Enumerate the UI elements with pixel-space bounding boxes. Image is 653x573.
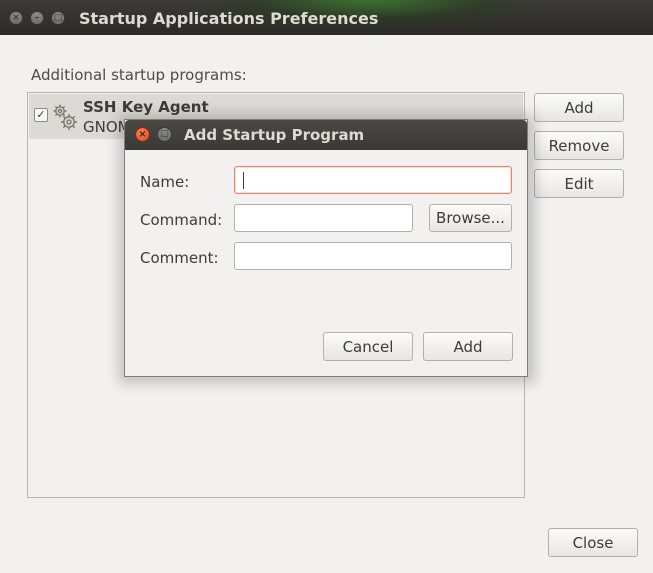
window-maximize-icon[interactable]: □ [51, 11, 65, 25]
window-titlebar[interactable]: × – □ Startup Applications Preferences [0, 0, 653, 35]
dialog-title: Add Startup Program [184, 126, 365, 144]
dialog-titlebar[interactable]: × □ Add Startup Program [125, 120, 527, 150]
dialog-close-icon[interactable]: × [135, 127, 150, 142]
text-caret [243, 172, 244, 189]
cancel-button[interactable]: Cancel [323, 332, 413, 361]
dialog-maximize-icon[interactable]: □ [157, 127, 172, 142]
window-close-icon[interactable]: × [9, 11, 23, 25]
comment-label: Comment: [140, 249, 219, 267]
enable-checkbox[interactable]: ✓ [34, 108, 48, 122]
dialog-add-button[interactable]: Add [423, 332, 513, 361]
close-button[interactable]: Close [548, 528, 638, 557]
command-field[interactable] [234, 204, 413, 232]
window-title: Startup Applications Preferences [79, 9, 379, 28]
section-label: Additional startup programs: [31, 66, 247, 84]
name-label: Name: [140, 173, 190, 191]
command-label: Command: [140, 211, 223, 229]
edit-button[interactable]: Edit [534, 169, 624, 198]
remove-button[interactable]: Remove [534, 131, 624, 160]
gears-icon [53, 104, 77, 130]
browse-button[interactable]: Browse... [429, 204, 512, 232]
startup-applications-window: × – □ Startup Applications Preferences A… [0, 0, 653, 573]
name-field[interactable] [234, 166, 512, 194]
add-startup-program-dialog: × □ Add Startup Program Name: Command: B… [124, 119, 528, 377]
window-minimize-icon[interactable]: – [30, 11, 44, 25]
comment-field[interactable] [234, 242, 512, 270]
add-button[interactable]: Add [534, 93, 624, 122]
